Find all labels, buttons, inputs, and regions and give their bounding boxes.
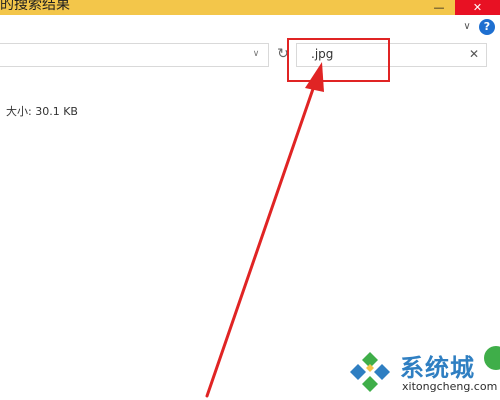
arrow-shaft: [205, 84, 316, 398]
watermark-logo-icon: [350, 352, 390, 392]
site-watermark: 系统城 xitongcheng.com: [346, 344, 500, 400]
clear-search-icon[interactable]: ✕: [469, 47, 479, 61]
file-size-detail: 大小: 30.1 KB: [6, 105, 78, 118]
help-icon[interactable]: ?: [479, 19, 495, 35]
search-query[interactable]: .jpg: [311, 47, 333, 61]
search-input[interactable]: .jpg ✕: [296, 43, 487, 67]
window-title: 的搜索结果: [0, 0, 70, 13]
watermark-title: 系统城: [400, 354, 475, 382]
address-bar[interactable]: ∨: [0, 43, 269, 67]
watermark-url: xitongcheng.com: [402, 380, 498, 393]
ribbon-expand-icon[interactable]: ∨: [460, 20, 474, 34]
chevron-down-icon[interactable]: ∨: [250, 48, 262, 60]
close-button[interactable]: ✕: [455, 0, 500, 15]
title-bar: 的搜索结果 — ☐ ✕: [0, 0, 500, 15]
ribbon: [0, 15, 500, 40]
refresh-icon[interactable]: ↻: [275, 45, 291, 63]
